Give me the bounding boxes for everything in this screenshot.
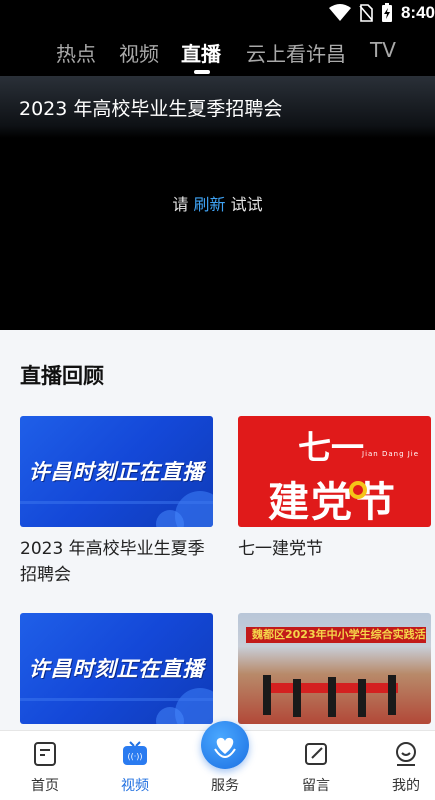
- nav-label: 留言: [302, 778, 330, 794]
- no-sim-icon: [359, 4, 373, 22]
- replay-card-title: 七一建党节: [238, 539, 323, 559]
- thumb-big-text-1: 七一: [298, 428, 364, 467]
- refresh-prefix: 请: [172, 195, 194, 214]
- thumb-big-text-2: 建党节: [268, 478, 397, 526]
- nav-label: 我的: [392, 778, 420, 794]
- section-title-replay: 直播回顾: [20, 364, 104, 388]
- tv-icon: ((·)): [123, 741, 147, 765]
- thumb-live-text: 许昌时刻正在直播: [28, 460, 205, 484]
- edit-icon: [305, 743, 327, 765]
- refresh-link[interactable]: 刷新: [193, 195, 225, 214]
- nav-label: 视频: [121, 778, 149, 794]
- user-icon: [396, 742, 416, 766]
- replay-thumbnail: 魏都区2023年中小学生综合实践活动: [238, 613, 431, 724]
- refresh-message: 请 刷新 试试: [0, 191, 435, 215]
- replay-thumbnail: 许昌时刻正在直播: [20, 613, 213, 724]
- wifi-icon: [328, 4, 351, 21]
- tab-tv[interactable]: TV: [370, 38, 396, 62]
- thumb-pinyin: Jian Dang Jie: [362, 450, 420, 458]
- replay-card[interactable]: 魏都区2023年中小学生综合实践活动: [238, 613, 431, 724]
- tab-active-indicator: [194, 70, 210, 74]
- bottom-nav: 首页 ((·)) 视频 服务 留言 我的: [0, 721, 435, 800]
- refresh-suffix: 试试: [225, 195, 263, 214]
- battery-charging-icon: [381, 3, 392, 22]
- parade-figures: [263, 675, 398, 717]
- nav-home[interactable]: 首页: [15, 741, 75, 795]
- nav-service-label: 服务: [211, 778, 239, 794]
- replay-card[interactable]: 七一 Jian Dang Jie 建党节 七一建党节: [238, 416, 431, 562]
- nav-mine[interactable]: 我的: [376, 741, 435, 795]
- tab-live[interactable]: 直播: [181, 38, 221, 67]
- thumb-live-text: 许昌时刻正在直播: [28, 657, 205, 681]
- replay-card[interactable]: 许昌时刻正在直播 2023 年高校毕业生夏季招聘会: [20, 416, 213, 588]
- svg-text:((·)): ((·)): [127, 752, 142, 761]
- status-bar: 8:40: [0, 0, 435, 26]
- home-doc-icon: [34, 742, 56, 766]
- replay-card-title: 2023 年高校毕业生夏季招聘会: [20, 539, 205, 585]
- status-icons: 8:40: [328, 0, 435, 26]
- tab-cloud-xuchang[interactable]: 云上看许昌: [246, 38, 346, 67]
- nav-service-button[interactable]: [201, 721, 249, 769]
- video-player[interactable]: 2023 年高校毕业生夏季招聘会 请 刷新 试试: [0, 76, 435, 330]
- heart-hands-icon: [214, 737, 236, 759]
- replay-thumbnail: 七一 Jian Dang Jie 建党节: [238, 416, 431, 527]
- nav-label: 首页: [31, 778, 59, 794]
- top-tabs: 热点 视频 直播 云上看许昌 TV: [0, 26, 435, 76]
- status-time: 8:40: [400, 3, 435, 22]
- tab-hot[interactable]: 热点: [56, 38, 96, 67]
- nav-video[interactable]: ((·)) 视频: [105, 741, 165, 795]
- replay-card[interactable]: 许昌时刻正在直播: [20, 613, 213, 724]
- party-emblem-icon: [349, 481, 367, 499]
- tab-video[interactable]: 视频: [119, 38, 159, 67]
- player-title: 2023 年高校毕业生夏季招聘会: [19, 98, 283, 120]
- nav-message[interactable]: 留言: [286, 741, 346, 795]
- replay-thumbnail: 许昌时刻正在直播: [20, 416, 213, 527]
